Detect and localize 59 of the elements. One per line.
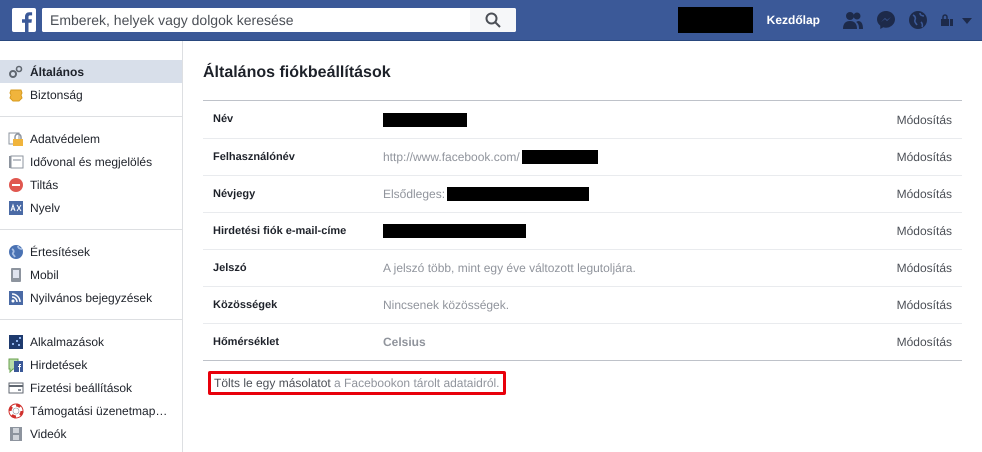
setting-value: A jelszó több, mint egy éve változott legutoljára.	[383, 260, 636, 278]
search-icon	[485, 12, 501, 28]
setting-label: Felhasználónév	[213, 150, 296, 165]
sidebar-item[interactable]: Adatvédelem	[0, 127, 182, 150]
globe-icon	[8, 244, 24, 260]
sidebar-item[interactable]: Mobil	[0, 263, 182, 286]
lock-menu-icon[interactable]	[940, 13, 974, 27]
globe-icon[interactable]	[908, 10, 928, 30]
no-entry-icon	[8, 176, 24, 192]
download-copy-link[interactable]: Tölts le egy másolatot	[214, 376, 331, 390]
card-icon	[8, 380, 24, 396]
lifebuoy-icon	[8, 402, 24, 418]
sidebar-item[interactable]: Nyelv	[0, 196, 182, 219]
edit-link[interactable]: Módosítás	[896, 110, 952, 129]
gears-icon	[8, 64, 24, 80]
home-link[interactable]: Kezdőlap	[766, 11, 820, 29]
rss-icon	[8, 290, 24, 306]
setting-value: Elsődleges:	[383, 186, 446, 204]
friends-icon[interactable]	[842, 11, 864, 29]
setting-label: Közösségek	[213, 298, 278, 313]
phone-icon	[8, 266, 24, 282]
badge-icon	[8, 86, 24, 102]
download-info-text: Tölts le egy másolatot a Facebookon tárolt adataidról.	[208, 371, 506, 396]
page-icon	[8, 154, 24, 170]
edit-link[interactable]: Módosítás	[896, 333, 952, 352]
sidebar-item[interactable]: Alkalmazások	[0, 330, 182, 353]
setting-label: Névjegy	[213, 186, 256, 202]
film-icon	[8, 426, 24, 442]
page-title: Általános fiókbeállítások	[203, 63, 392, 82]
sidebar-item[interactable]: Tiltás	[0, 173, 182, 196]
search-field[interactable]: Emberek, helyek vagy dolgok keresése	[42, 8, 516, 32]
language-icon	[8, 200, 24, 216]
setting-value: Celsius	[383, 334, 426, 352]
sidebar-item[interactable]: Biztonság	[0, 83, 182, 106]
sidebar-item[interactable]: Idővonal és megjelölés	[0, 150, 182, 173]
padlock-icon	[8, 130, 24, 146]
sidebar-item[interactable]: Fizetési beállítások	[0, 376, 182, 399]
sidebar-item[interactable]: Értesítések	[0, 240, 182, 263]
search-button[interactable]	[470, 8, 516, 32]
edit-link[interactable]: Módosítás	[896, 222, 952, 240]
sidebar-item[interactable]: Általános	[0, 60, 182, 83]
edit-link[interactable]: Módosítás	[896, 296, 952, 314]
logo-icon[interactable]	[12, 8, 36, 32]
edit-link[interactable]: Módosítás	[896, 259, 952, 278]
sidebar-item[interactable]: Nyilvános bejegyzések	[0, 286, 182, 309]
edit-link[interactable]: Módosítás	[896, 148, 952, 166]
grid-icon	[8, 334, 24, 350]
edit-link[interactable]: Módosítás	[896, 185, 952, 204]
sidebar-item[interactable]: Támogatási üzenetmap…	[0, 399, 182, 422]
setting-label: Jelszó	[213, 260, 248, 276]
setting-label: Hőmérséklet	[213, 334, 280, 350]
messenger-icon[interactable]	[876, 10, 896, 30]
setting-value: http://www.facebook.com/	[383, 149, 520, 166]
setting-label: Hirdetési fiók e-mail-címe	[213, 224, 348, 239]
setting-label: Név	[213, 112, 234, 128]
sidebar-item[interactable]: Videók	[0, 422, 182, 445]
setting-value: Nincsenek közösségek.	[383, 297, 510, 314]
sidebar-item[interactable]: Hirdetések	[0, 353, 182, 376]
ad-icon	[8, 356, 24, 372]
